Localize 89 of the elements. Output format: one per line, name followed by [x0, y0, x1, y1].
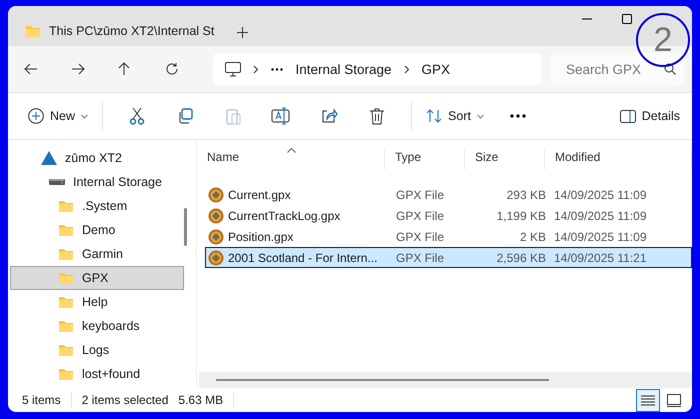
file-icon: [208, 250, 224, 266]
sidebar-item[interactable]: Help: [10, 290, 184, 314]
file-modified: 14/09/2025 11:21: [554, 250, 648, 264]
sidebar-item[interactable]: Logs: [10, 338, 184, 362]
forward-arrow-icon[interactable]: [70, 63, 85, 75]
file-name: 2001 Scotland - For Intern...: [228, 250, 378, 264]
file-icon: [208, 228, 224, 244]
file-name: Position.gpx: [228, 230, 294, 244]
file-size: 2 KB: [518, 230, 547, 244]
file-type: GPX File: [395, 208, 446, 222]
folder-icon: [58, 199, 74, 213]
clipboard-icon: [225, 107, 242, 125]
search-icon: [664, 63, 676, 75]
rename-icon: [271, 107, 292, 125]
item-count: 5 items: [22, 393, 61, 407]
sidebar-item[interactable]: .System: [10, 194, 184, 218]
tile-icon: [667, 394, 681, 406]
breadcrumb[interactable]: GPX: [422, 62, 450, 76]
sidebar-item[interactable]: zūmo XT2: [10, 146, 184, 170]
folder-icon: [58, 295, 74, 309]
refresh-icon[interactable]: [164, 62, 179, 76]
file-type: GPX File: [395, 188, 446, 202]
search-box[interactable]: Search GPX: [550, 53, 684, 85]
selection-size: 5.63 MB: [178, 393, 224, 407]
more-icon: [510, 114, 526, 118]
file-modified: 14/09/2025 11:09: [554, 230, 648, 244]
file-modified: 14/09/2025 11:09: [554, 188, 648, 202]
file-name: CurrentTrackLog.gpx: [228, 208, 340, 222]
folder-icon: [58, 247, 74, 261]
file-icon: [208, 186, 224, 202]
sort-icon: [426, 109, 442, 123]
chevron-icon: [253, 64, 260, 74]
plus-icon[interactable]: [237, 27, 248, 38]
sidebar-item[interactable]: lost+found: [10, 362, 184, 386]
panel-icon: [620, 110, 636, 122]
file-modified: 14/09/2025 11:09: [554, 208, 648, 222]
sidebar-item[interactable]: Garmin: [10, 242, 184, 266]
file-type: GPX File: [395, 250, 446, 264]
up-arrow-icon[interactable]: [118, 62, 130, 76]
share-icon: [320, 108, 338, 124]
file-row[interactable]: Current.gpx GPX File 293 KB 14/09/2025 11:09: [205, 184, 692, 205]
address-bar[interactable]: Internal Storage GPX: [213, 53, 542, 85]
folder-icon: [58, 271, 74, 285]
file-row[interactable]: Position.gpx GPX File 2 KB 14/09/2025 11:09: [205, 226, 692, 247]
new-button[interactable]: New: [24, 100, 92, 132]
scrollbar-thumb[interactable]: [184, 208, 187, 246]
folder-icon: [25, 24, 41, 38]
sort-caret-icon: [286, 148, 296, 153]
file-size: 1,199 KB: [496, 208, 547, 222]
sidebar-item[interactable]: keyboards: [10, 314, 184, 338]
file-type: GPX File: [395, 230, 446, 244]
folder-icon: [58, 367, 74, 381]
list-icon: [641, 394, 655, 406]
monitor-icon: [225, 62, 242, 76]
sort-button[interactable]: Sort: [422, 100, 502, 132]
folder-icon: [58, 223, 74, 237]
sidebar-item[interactable]: Demo: [10, 218, 184, 242]
scrollbar-thumb[interactable]: [216, 379, 549, 381]
file-name: Current.gpx: [228, 188, 291, 202]
folder-icon: [58, 319, 74, 333]
file-icon: [208, 208, 224, 224]
column-header[interactable]: Type: [385, 148, 465, 170]
tab-title: This PC\zūmo XT2\Internal St: [49, 24, 214, 38]
column-header[interactable]: Name: [197, 148, 385, 170]
details-view-button[interactable]: [636, 388, 660, 412]
selection-count: 2 items selected: [82, 393, 168, 407]
folder-icon: [58, 343, 74, 357]
back-arrow-icon[interactable]: [24, 63, 38, 75]
chevron-icon: [404, 64, 410, 74]
sidebar-item[interactable]: GPX: [10, 266, 184, 290]
column-header[interactable]: Modified: [545, 148, 692, 170]
scissors-icon: [129, 107, 146, 125]
file-size: 2,596 KB: [496, 250, 547, 264]
triangle-icon: [41, 151, 57, 165]
file-row[interactable]: 2001 Scotland - For Intern... GPX File 2,596 KB 14/09/2025 11:21: [205, 247, 692, 268]
more-icon[interactable]: [271, 68, 284, 70]
breadcrumb[interactable]: Internal Storage: [295, 62, 392, 76]
drive-icon: [49, 178, 65, 186]
plus-circle-icon: [28, 108, 44, 124]
caret-icon: [81, 114, 88, 118]
file-size: 293 KB: [506, 188, 547, 202]
column-header[interactable]: Size: [465, 148, 545, 170]
file-row[interactable]: CurrentTrackLog.gpx GPX File 1,199 KB 14/09/2025 11:09: [205, 205, 692, 226]
sidebar-item[interactable]: Internal Storage: [10, 170, 184, 194]
caret-icon: [476, 114, 484, 118]
trash-icon: [369, 108, 386, 124]
details-button[interactable]: Details: [616, 100, 684, 132]
maximize-icon[interactable]: [622, 14, 632, 24]
copy-icon: [177, 108, 194, 124]
